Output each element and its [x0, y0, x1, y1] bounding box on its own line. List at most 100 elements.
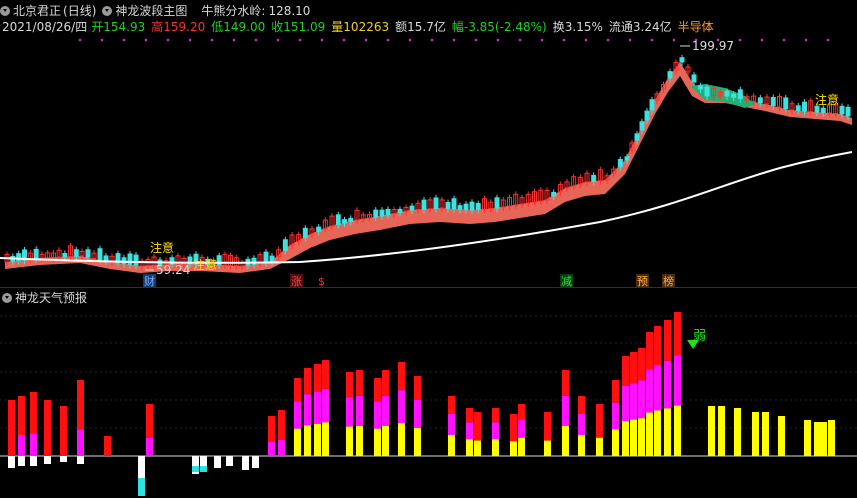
weather-bar [762, 412, 769, 456]
weather-bar-yellow [322, 422, 329, 456]
candle-body [373, 209, 379, 218]
weather-bar [828, 420, 835, 456]
marker-dot [496, 38, 500, 42]
weather-bar-red [304, 368, 311, 395]
weather-bar-red [414, 376, 421, 400]
candle-body [409, 205, 415, 211]
weather-bar [60, 406, 67, 456]
weather-bar-red [346, 372, 353, 398]
candle-body [316, 226, 322, 232]
candle-body [770, 96, 776, 106]
candle-body [644, 110, 650, 121]
candle-body [551, 191, 557, 197]
weather-bar-yellow [346, 426, 353, 456]
marker-dot [320, 38, 324, 42]
marker-dot [430, 38, 434, 42]
weather-bar-red [646, 332, 653, 370]
weather-bar-yellow [612, 429, 619, 456]
marker-dot [188, 38, 192, 42]
weather-bar-magenta [18, 438, 25, 456]
weather-bar [820, 422, 827, 456]
weather-bar-red [578, 396, 585, 414]
weather-bar-negative [30, 456, 37, 466]
attention-label: 注意 [150, 240, 174, 255]
weather-bar [708, 406, 715, 456]
weather-bar-red [314, 364, 321, 392]
weather-bar-yellow [492, 439, 499, 456]
weather-bar-red [638, 348, 645, 381]
weather-bar [804, 420, 811, 456]
weather-bar-magenta [448, 414, 455, 435]
chevron-down-icon[interactable] [2, 293, 12, 303]
weather-bar-magenta [612, 402, 619, 430]
weather-bar-magenta [77, 433, 84, 456]
weather-bar-yellow [544, 440, 551, 456]
weather-bar-magenta [374, 401, 381, 429]
candle-body [704, 86, 710, 97]
weather-bar-magenta [646, 369, 653, 413]
candle-body [103, 255, 109, 262]
weather-bar-negative [18, 456, 25, 466]
attention-label: 注意 [193, 257, 217, 272]
weather-bar-red [510, 414, 517, 442]
marker-dot [408, 38, 412, 42]
weather-bar-red [596, 404, 603, 438]
weather-bar-red [466, 408, 473, 423]
weather-bar-yellow [578, 435, 585, 456]
weather-bar-yellow [314, 423, 321, 456]
weather-bar-magenta [630, 383, 637, 420]
marker-dot [628, 38, 632, 42]
weather-bar-red [448, 396, 455, 414]
weather-bar-magenta [518, 419, 525, 438]
weather-bar-magenta [562, 395, 569, 426]
weather-bar-red [630, 352, 637, 384]
weather-bar-yellow [664, 408, 671, 456]
weather-bar-yellow [518, 437, 525, 456]
weather-bar-yellow [356, 425, 363, 456]
event-tag: 财 [144, 274, 155, 288]
candle-body [397, 208, 403, 213]
marker-dot [540, 38, 544, 42]
candle-body [348, 217, 354, 223]
weather-bar-magenta [314, 391, 321, 424]
weather-bar-negative [242, 456, 249, 470]
marker-dot [342, 38, 346, 42]
marker-dot [826, 38, 830, 42]
weather-bar-yellow [304, 425, 311, 456]
candle-body [839, 105, 845, 115]
candle-body [802, 101, 807, 112]
weather-bar-red [374, 378, 381, 402]
candle-body [634, 133, 640, 141]
candle-body [757, 97, 763, 104]
candle-body [379, 209, 385, 217]
weather-bar-red [544, 412, 551, 441]
weather-bar-red [18, 396, 25, 435]
candle-body [820, 107, 826, 113]
weather-bar-red [268, 416, 275, 442]
weather-bar-red [562, 370, 569, 396]
marker-dot [386, 38, 390, 42]
candle-body [335, 214, 341, 226]
weather-bar-yellow [466, 439, 473, 456]
marker-dot [804, 38, 808, 42]
candle-body [724, 90, 730, 97]
weather-bar-magenta [654, 365, 661, 411]
candle-body [795, 105, 801, 112]
weather-bar-negative [252, 456, 259, 468]
candle-body [62, 252, 68, 258]
weather-bar-negative-cyan [192, 466, 199, 472]
weather-bar-negative [214, 456, 221, 468]
weather-bar-magenta [30, 436, 37, 456]
weather-bar-yellow [510, 441, 517, 456]
candle-body [691, 74, 697, 83]
weather-bar [104, 436, 111, 456]
weather-bar-yellow [382, 425, 389, 456]
marker-dot [474, 38, 478, 42]
weather-bar-magenta [638, 380, 645, 419]
candle-body [342, 219, 347, 224]
lower-panel-title[interactable]: 神龙天气预报 [15, 291, 87, 305]
weather-bar-red [278, 410, 285, 440]
candle-body [457, 205, 463, 210]
weather-bar-yellow [562, 425, 569, 456]
price-chart[interactable]: 199.9759.24注意注意注意财涨 $ 减预榜弱 [0, 0, 857, 498]
